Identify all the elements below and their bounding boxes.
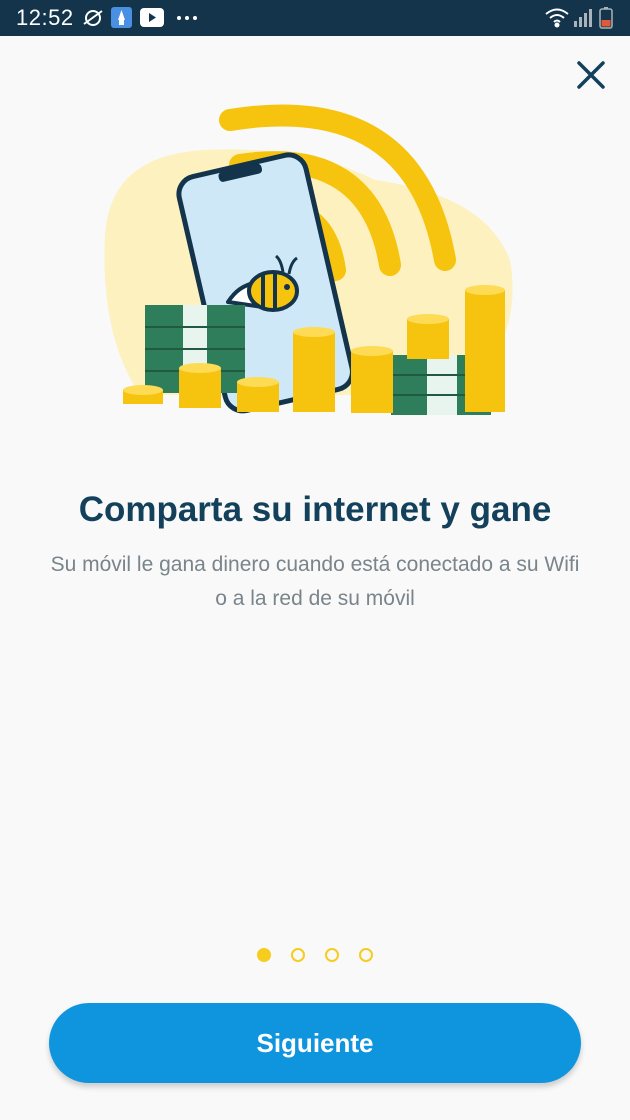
status-left-icons (83, 7, 197, 28)
close-icon[interactable] (574, 58, 608, 92)
page-dot-2[interactable] (291, 948, 305, 962)
page-subtitle: Su móvil le gana dinero cuando está cone… (50, 553, 580, 610)
signal-icon (574, 9, 592, 27)
youtube-icon (140, 8, 164, 27)
page-dot-3[interactable] (325, 948, 339, 962)
wifi-icon (545, 8, 569, 28)
status-bar: 12:52 (0, 0, 630, 36)
status-time: 12:52 (16, 5, 74, 30)
pagination-dots (0, 948, 630, 962)
next-button[interactable]: Siguiente (49, 1003, 581, 1083)
hero-illustration (104, 104, 513, 415)
page-dot-1[interactable] (257, 948, 271, 962)
app-notification-icon (111, 7, 132, 28)
do-not-disturb-icon (83, 10, 103, 26)
status-right-icons (545, 7, 613, 29)
more-dots-icon (177, 16, 197, 20)
page-title: Comparta su internet y gane (78, 490, 552, 529)
page-dot-4[interactable] (359, 948, 373, 962)
battery-icon (599, 7, 613, 29)
